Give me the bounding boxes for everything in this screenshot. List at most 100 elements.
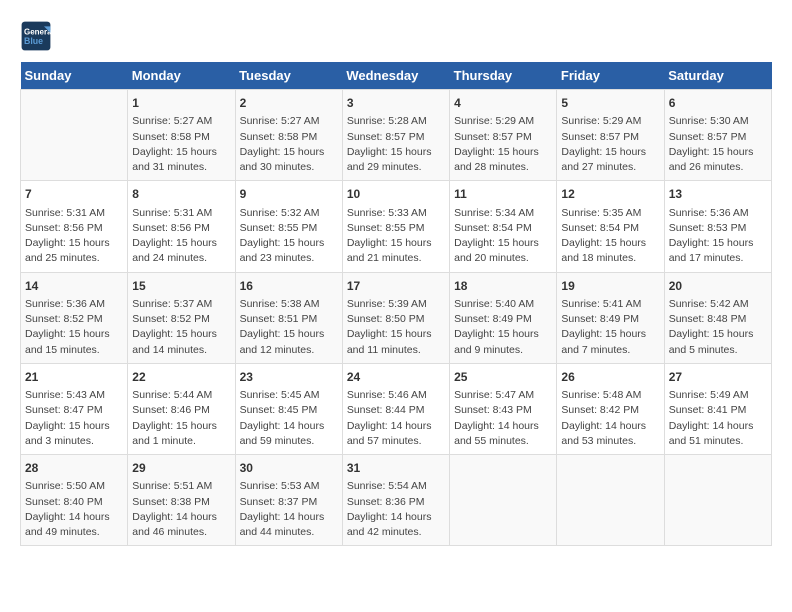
day-info: Sunrise: 5:54 AM Sunset: 8:36 PM Dayligh…	[347, 479, 445, 540]
day-number: 12	[561, 186, 659, 203]
day-info: Sunrise: 5:34 AM Sunset: 8:54 PM Dayligh…	[454, 206, 552, 267]
day-info: Sunrise: 5:53 AM Sunset: 8:37 PM Dayligh…	[240, 479, 338, 540]
calendar-cell: 14 Sunrise: 5:36 AM Sunset: 8:52 PM Dayli…	[21, 272, 128, 363]
day-number: 9	[240, 186, 338, 203]
logo: General Blue	[20, 20, 56, 52]
calendar-cell: 19 Sunrise: 5:41 AM Sunset: 8:49 PM Dayli…	[557, 272, 664, 363]
day-info: Sunrise: 5:35 AM Sunset: 8:54 PM Dayligh…	[561, 206, 659, 267]
header-monday: Monday	[128, 62, 235, 90]
calendar-cell: 16Sunrise: 5:38 AM Sunset: 8:51 PM Dayli…	[235, 272, 342, 363]
calendar-cell: 3 Sunrise: 5:28 AM Sunset: 8:57 PM Daylig…	[342, 90, 449, 181]
calendar-cell: 4 Sunrise: 5:29 AM Sunset: 8:57 PM Daylig…	[450, 90, 557, 181]
calendar-cell: 18Sunrise: 5:40 AM Sunset: 8:49 PM Dayli…	[450, 272, 557, 363]
day-number: 1	[132, 95, 230, 112]
week-row-3: 14 Sunrise: 5:36 AM Sunset: 8:52 PM Dayli…	[21, 272, 772, 363]
day-number: 17	[347, 278, 445, 295]
day-info: Sunrise: 5:27 AM Sunset: 8:58 PM Dayligh…	[132, 114, 230, 175]
week-row-2: 7 Sunrise: 5:31 AM Sunset: 8:56 PM Daylig…	[21, 181, 772, 272]
header-thursday: Thursday	[450, 62, 557, 90]
calendar-cell: 30Sunrise: 5:53 AM Sunset: 8:37 PM Dayli…	[235, 455, 342, 546]
header-sunday: Sunday	[21, 62, 128, 90]
day-info: Sunrise: 5:46 AM Sunset: 8:44 PM Dayligh…	[347, 388, 445, 449]
calendar-cell: 22 Sunrise: 5:44 AM Sunset: 8:46 PM Dayli…	[128, 363, 235, 454]
day-number: 11	[454, 186, 552, 203]
calendar-cell	[450, 455, 557, 546]
day-info: Sunrise: 5:36 AM Sunset: 8:52 PM Dayligh…	[25, 297, 123, 358]
calendar-cell	[664, 455, 771, 546]
calendar-cell: 7 Sunrise: 5:31 AM Sunset: 8:56 PM Daylig…	[21, 181, 128, 272]
calendar-cell: 21 Sunrise: 5:43 AM Sunset: 8:47 PM Dayli…	[21, 363, 128, 454]
day-number: 29	[132, 460, 230, 477]
logo-icon: General Blue	[20, 20, 52, 52]
header-tuesday: Tuesday	[235, 62, 342, 90]
day-number: 4	[454, 95, 552, 112]
day-info: Sunrise: 5:33 AM Sunset: 8:55 PM Dayligh…	[347, 206, 445, 267]
calendar-cell: 27 Sunrise: 5:49 AM Sunset: 8:41 PM Dayli…	[664, 363, 771, 454]
calendar-cell: 31Sunrise: 5:54 AM Sunset: 8:36 PM Dayli…	[342, 455, 449, 546]
day-info: Sunrise: 5:51 AM Sunset: 8:38 PM Dayligh…	[132, 479, 230, 540]
calendar-cell	[557, 455, 664, 546]
day-number: 28	[25, 460, 123, 477]
day-info: Sunrise: 5:29 AM Sunset: 8:57 PM Dayligh…	[454, 114, 552, 175]
day-number: 14	[25, 278, 123, 295]
calendar-cell: 9 Sunrise: 5:32 AM Sunset: 8:55 PM Daylig…	[235, 181, 342, 272]
calendar-cell: 2Sunrise: 5:27 AM Sunset: 8:58 PM Daylig…	[235, 90, 342, 181]
day-number: 20	[669, 278, 767, 295]
day-info: Sunrise: 5:30 AM Sunset: 8:57 PM Dayligh…	[669, 114, 767, 175]
day-number: 25	[454, 369, 552, 386]
day-info: Sunrise: 5:37 AM Sunset: 8:52 PM Dayligh…	[132, 297, 230, 358]
day-info: Sunrise: 5:32 AM Sunset: 8:55 PM Dayligh…	[240, 206, 338, 267]
day-info: Sunrise: 5:31 AM Sunset: 8:56 PM Dayligh…	[132, 206, 230, 267]
calendar-cell: 15 Sunrise: 5:37 AM Sunset: 8:52 PM Dayli…	[128, 272, 235, 363]
week-row-5: 28 Sunrise: 5:50 AM Sunset: 8:40 PM Dayli…	[21, 455, 772, 546]
calendar-cell: 23 Sunrise: 5:45 AM Sunset: 8:45 PM Dayli…	[235, 363, 342, 454]
day-number: 5	[561, 95, 659, 112]
calendar-cell: 5 Sunrise: 5:29 AM Sunset: 8:57 PM Daylig…	[557, 90, 664, 181]
day-info: Sunrise: 5:44 AM Sunset: 8:46 PM Dayligh…	[132, 388, 230, 449]
day-number: 8	[132, 186, 230, 203]
day-info: Sunrise: 5:45 AM Sunset: 8:45 PM Dayligh…	[240, 388, 338, 449]
day-info: Sunrise: 5:49 AM Sunset: 8:41 PM Dayligh…	[669, 388, 767, 449]
calendar-table: SundayMondayTuesdayWednesdayThursdayFrid…	[20, 62, 772, 546]
day-info: Sunrise: 5:41 AM Sunset: 8:49 PM Dayligh…	[561, 297, 659, 358]
day-info: Sunrise: 5:43 AM Sunset: 8:47 PM Dayligh…	[25, 388, 123, 449]
day-number: 3	[347, 95, 445, 112]
calendar-cell: 12 Sunrise: 5:35 AM Sunset: 8:54 PM Dayli…	[557, 181, 664, 272]
calendar-cell: 20 Sunrise: 5:42 AM Sunset: 8:48 PM Dayli…	[664, 272, 771, 363]
calendar-cell: 6 Sunrise: 5:30 AM Sunset: 8:57 PM Daylig…	[664, 90, 771, 181]
calendar-cell: 25 Sunrise: 5:47 AM Sunset: 8:43 PM Dayli…	[450, 363, 557, 454]
calendar-cell: 28 Sunrise: 5:50 AM Sunset: 8:40 PM Dayli…	[21, 455, 128, 546]
day-number: 15	[132, 278, 230, 295]
day-info: Sunrise: 5:31 AM Sunset: 8:56 PM Dayligh…	[25, 206, 123, 267]
day-number: 21	[25, 369, 123, 386]
calendar-cell: 26Sunrise: 5:48 AM Sunset: 8:42 PM Dayli…	[557, 363, 664, 454]
calendar-cell: 24 Sunrise: 5:46 AM Sunset: 8:44 PM Dayli…	[342, 363, 449, 454]
day-number: 6	[669, 95, 767, 112]
day-info: Sunrise: 5:28 AM Sunset: 8:57 PM Dayligh…	[347, 114, 445, 175]
day-number: 16	[240, 278, 338, 295]
day-info: Sunrise: 5:39 AM Sunset: 8:50 PM Dayligh…	[347, 297, 445, 358]
day-info: Sunrise: 5:40 AM Sunset: 8:49 PM Dayligh…	[454, 297, 552, 358]
day-number: 19	[561, 278, 659, 295]
day-number: 13	[669, 186, 767, 203]
day-number: 10	[347, 186, 445, 203]
day-number: 24	[347, 369, 445, 386]
calendar-cell: 8 Sunrise: 5:31 AM Sunset: 8:56 PM Daylig…	[128, 181, 235, 272]
day-number: 27	[669, 369, 767, 386]
header-friday: Friday	[557, 62, 664, 90]
day-info: Sunrise: 5:36 AM Sunset: 8:53 PM Dayligh…	[669, 206, 767, 267]
day-number: 2	[240, 95, 338, 112]
day-number: 22	[132, 369, 230, 386]
day-number: 23	[240, 369, 338, 386]
day-info: Sunrise: 5:29 AM Sunset: 8:57 PM Dayligh…	[561, 114, 659, 175]
calendar-cell: 10 Sunrise: 5:33 AM Sunset: 8:55 PM Dayli…	[342, 181, 449, 272]
day-info: Sunrise: 5:50 AM Sunset: 8:40 PM Dayligh…	[25, 479, 123, 540]
day-info: Sunrise: 5:42 AM Sunset: 8:48 PM Dayligh…	[669, 297, 767, 358]
calendar-cell: 1 Sunrise: 5:27 AM Sunset: 8:58 PM Daylig…	[128, 90, 235, 181]
calendar-cell: 17 Sunrise: 5:39 AM Sunset: 8:50 PM Dayli…	[342, 272, 449, 363]
calendar-cell	[21, 90, 128, 181]
day-number: 7	[25, 186, 123, 203]
week-row-4: 21 Sunrise: 5:43 AM Sunset: 8:47 PM Dayli…	[21, 363, 772, 454]
header-wednesday: Wednesday	[342, 62, 449, 90]
day-info: Sunrise: 5:47 AM Sunset: 8:43 PM Dayligh…	[454, 388, 552, 449]
